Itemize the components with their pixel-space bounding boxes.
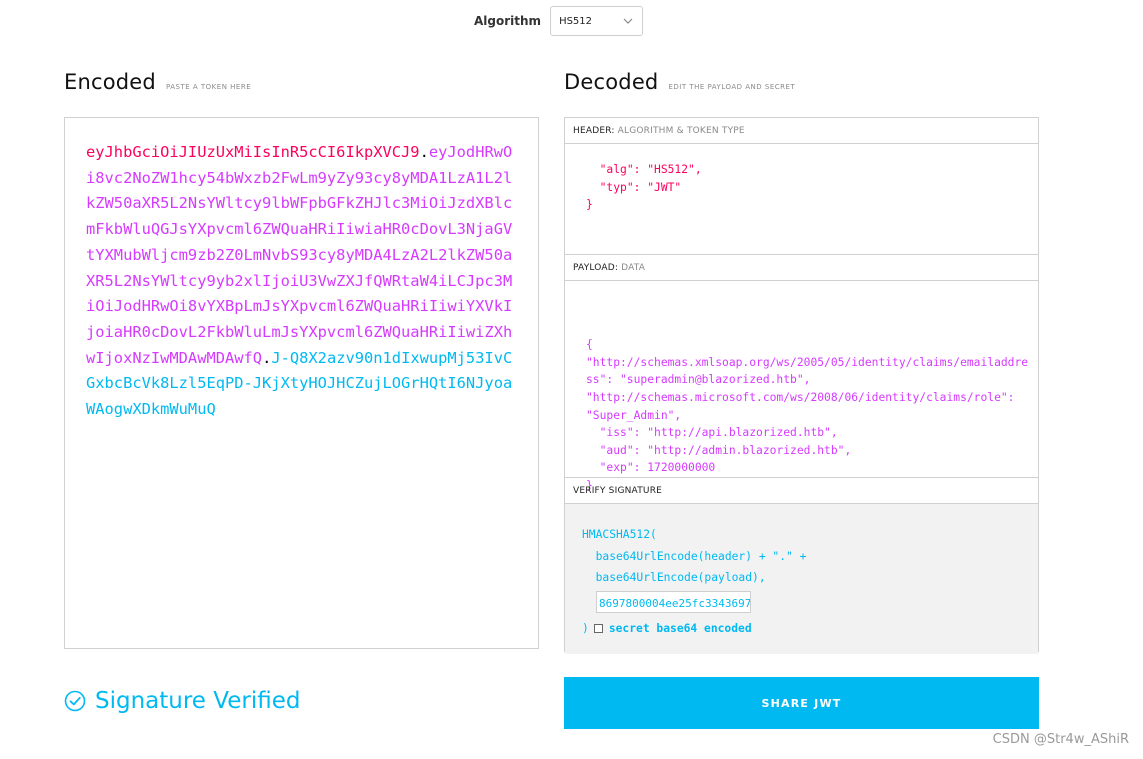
signature-verified-status: Signature Verified [64,688,300,714]
encoded-token-text: eyJhbGciOiJIUzUxMiIsInR5cCI6IkpXVCJ9.eyJ… [86,140,518,423]
encoded-subtitle: PASTE A TOKEN HERE [165,83,252,91]
header-json-text: "alg": "HS512", "typ": "JWT" } [586,163,702,212]
algorithm-select[interactable]: HS512 [550,6,644,36]
secret-base64-label[interactable]: secret base64 encoded [609,620,752,638]
algorithm-selected-value: HS512 [559,15,593,27]
decoded-subtitle: EDIT THE PAYLOAD AND SECRET [668,83,796,91]
algorithm-row: Algorithm HS512 [474,6,644,36]
token-header-part: eyJhbGciOiJIUzUxMiIsInR5cCI6IkpXVCJ9 [86,143,420,161]
signature-line-payload: base64UrlEncode(payload), [582,571,766,584]
check-circle-icon [64,690,86,712]
signature-footer: ) secret base64 encoded [582,620,1038,638]
encoded-title: Encoded [64,70,156,94]
token-dot-1: . [419,143,429,161]
share-jwt-button[interactable]: SHARE JWT [564,677,1039,729]
chevron-down-icon [623,18,633,24]
signature-verified-text: Signature Verified [95,688,301,714]
header-json-editor[interactable]: "alg": "HS512", "typ": "JWT" } [565,144,1038,255]
signature-section-heading: VERIFY SIGNATURE [565,478,1038,504]
decoded-title: Decoded [564,70,659,94]
algorithm-label: Algorithm [474,14,542,28]
payload-section-muted: DATA [621,262,646,273]
token-payload-part: eyJodHRwOi8vc2NoZW1hcy54bWxzb2FwLm9yZy93… [86,143,513,367]
signature-section-body: HMACSHA512( base64UrlEncode(header) + ".… [565,504,1038,654]
decoded-panel: HEADER: ALGORITHM & TOKEN TYPE "alg": "H… [564,117,1039,654]
signature-section-label: VERIFY SIGNATURE [573,485,663,496]
header-section-heading: HEADER: ALGORITHM & TOKEN TYPE [565,118,1038,144]
header-section-label: HEADER: [573,125,615,136]
signature-close-paren: ) [582,622,589,636]
payload-section-label: PAYLOAD: [573,262,619,273]
signature-line-header: base64UrlEncode(header) + "." + [582,549,807,563]
token-dot-2: . [262,348,272,367]
payload-json-editor[interactable]: { "http://schemas.xmlsoap.org/ws/2005/05… [565,281,1038,492]
payload-section-heading: PAYLOAD: DATA [565,255,1038,281]
csdn-watermark: CSDN @Str4w_AShiR [992,732,1129,747]
secret-input[interactable]: 8697800004ee25fc33436978ab6e2ed6ee1a97da… [596,590,751,613]
encoded-token-editor[interactable]: eyJhbGciOiJIUzUxMiIsInR5cCI6IkpXVCJ9.eyJ… [64,117,539,649]
decoded-heading: Decoded EDIT THE PAYLOAD AND SECRET [564,70,795,94]
encoded-heading: Encoded PASTE A TOKEN HERE [64,70,251,94]
signature-line-hmac: HMACSHA512( [582,528,657,541]
payload-json-text: { "http://schemas.xmlsoap.org/ws/2005/05… [586,338,1029,492]
header-section-muted: ALGORITHM & TOKEN TYPE [617,125,745,136]
secret-base64-checkbox[interactable] [593,624,603,634]
